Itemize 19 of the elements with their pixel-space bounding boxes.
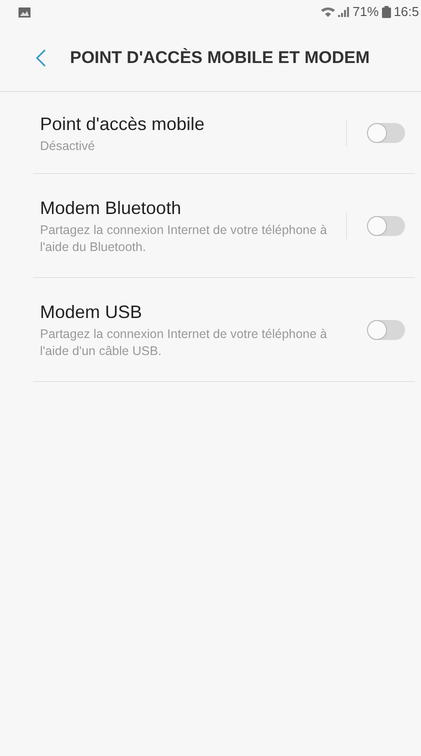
setting-row[interactable]: Point d'accès mobile Désactivé (33, 92, 415, 174)
setting-row[interactable]: Modem Bluetooth Partagez la connexion Internet de votre téléphone à l'aide du Bluetooth. (33, 174, 415, 278)
page-title: POINT D'ACCÈS MOBILE ET MODEM (70, 46, 370, 69)
toggle-switch[interactable] (367, 122, 405, 142)
setting-row[interactable]: Modem USB Partagez la connexion Internet de votre téléphone à l'aide d'un câble USB. (33, 278, 415, 382)
image-icon (18, 6, 31, 18)
toggle-switch[interactable] (367, 320, 405, 340)
signal-icon (320, 6, 350, 18)
setting-title: Modem USB (40, 301, 144, 324)
setting-description: Désactivé (40, 138, 96, 154)
setting-title: Point d'accès mobile (40, 112, 206, 136)
setting-description: Partagez la connexion Internet de votre téléphone à l'aide du Bluetooth. (40, 222, 328, 256)
setting-description: Partagez la connexion Internet de votre téléphone à l'aide d'un câble USB. (40, 326, 328, 360)
battery-icon (382, 6, 391, 18)
back-button[interactable] (34, 48, 48, 68)
clock-time: 16:5 (394, 3, 419, 22)
battery-percentage: 71% (352, 3, 379, 22)
setting-title: Modem Bluetooth (40, 197, 182, 220)
toggle-switch[interactable] (367, 216, 405, 236)
